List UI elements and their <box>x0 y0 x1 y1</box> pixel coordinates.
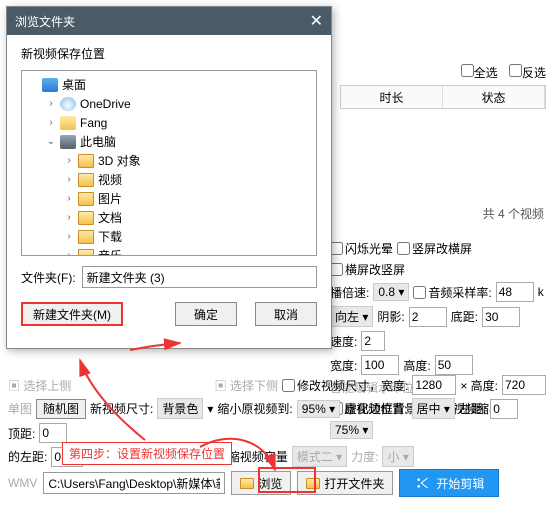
tree-desktop[interactable]: 桌面 <box>22 75 316 94</box>
chk-modsize[interactable]: 修改视频尺寸，宽度: <box>282 377 408 394</box>
chk-flash[interactable]: 闪烁光晕 <box>330 240 393 257</box>
tree-music[interactable]: ›音乐 <box>22 246 316 256</box>
strength-sel[interactable]: 小 ▾ <box>382 446 413 467</box>
tree-3d[interactable]: ›3D 对象 <box>22 151 316 170</box>
invert-select[interactable]: 反选 <box>509 66 546 80</box>
rand-img-btn[interactable]: 随机图 <box>36 399 86 419</box>
video-count: 共 4 个视频 <box>483 205 544 222</box>
chk-v2h[interactable]: 竖屏改横屏 <box>397 240 472 257</box>
pos-sel[interactable]: 居中 ▾ <box>412 398 455 419</box>
bg-right-col: 全选 反选 时长 状态 <box>340 60 546 109</box>
browse-folder-dialog: 浏览文件夹 ✕ 新视频保存位置 桌面 ›OneDrive ›Fang ⌄此电脑 … <box>6 6 332 349</box>
top-input[interactable] <box>39 423 67 443</box>
tree-download[interactable]: ›下载 <box>22 227 316 246</box>
mode-sel[interactable]: 模式二 ▾ <box>292 446 347 467</box>
speed-label: 播倍速: <box>330 284 369 301</box>
tree-video[interactable]: ›视频 <box>22 170 316 189</box>
audio-rate-input[interactable] <box>496 282 534 302</box>
choose-up: ▣ 选择上侧 <box>8 377 71 394</box>
bg-color[interactable]: 背景色 <box>157 398 203 419</box>
choose-down: ▣ 选择下侧 <box>215 377 278 394</box>
tree-onedrive[interactable]: ›OneDrive <box>22 94 316 113</box>
folder-icon <box>306 478 320 489</box>
step4-callout: 第四步：设置新视频保存位置 <box>62 442 232 465</box>
shrink-sel[interactable]: 95% ▾ <box>297 400 340 418</box>
chk-audiorate[interactable]: 音频采样率: <box>413 284 491 301</box>
shadow-input[interactable] <box>409 307 447 327</box>
browse-button[interactable]: 浏览 <box>231 471 291 495</box>
dialog-title: 浏览文件夹 <box>15 13 75 30</box>
col-duration: 时长 <box>341 86 443 108</box>
start-clip-button[interactable]: 开始剪辑 <box>399 469 499 497</box>
save-path-input[interactable] <box>43 472 225 494</box>
scissor-icon <box>414 475 430 491</box>
ok-button[interactable]: 确定 <box>175 302 237 326</box>
chk-h2v[interactable]: 横屏改竖屏 <box>330 261 405 278</box>
single-img: 单图 <box>8 400 32 417</box>
col-status: 状态 <box>443 86 545 108</box>
folder-name-input[interactable] <box>82 266 317 288</box>
dir-select[interactable]: 向左 ▾ <box>330 306 373 327</box>
tree-user[interactable]: ›Fang <box>22 113 316 132</box>
ldist-label: 的左距: <box>8 448 47 465</box>
folder-label: 文件夹(F): <box>21 269 76 286</box>
close-icon[interactable]: ✕ <box>310 11 323 31</box>
cancel-button[interactable]: 取消 <box>255 302 317 326</box>
table-header: 时长 状态 <box>340 85 546 109</box>
bottomdist-input[interactable] <box>482 307 520 327</box>
dialog-titlebar: 浏览文件夹 ✕ <box>7 7 331 35</box>
bottom-bar: WMV 浏览 打开文件夹 开始剪辑 <box>8 469 546 497</box>
tree-docs[interactable]: ›文档 <box>22 208 316 227</box>
new-folder-button[interactable]: 新建文件夹(M) <box>21 302 123 326</box>
mod-h-input[interactable] <box>502 375 546 395</box>
dialog-subtitle: 新视频保存位置 <box>21 45 317 62</box>
mod-w-input[interactable] <box>412 375 456 395</box>
speed-select[interactable]: 0.8 ▾ <box>373 283 409 301</box>
folder-tree[interactable]: 桌面 ›OneDrive ›Fang ⌄此电脑 ›3D 对象 ›视频 ›图片 ›… <box>21 70 317 256</box>
folder-icon <box>240 478 254 489</box>
tree-pc[interactable]: ⌄此电脑 <box>22 132 316 151</box>
spd-input[interactable] <box>361 331 385 351</box>
select-all[interactable]: 全选 <box>461 66 498 80</box>
tree-pics[interactable]: ›图片 <box>22 189 316 208</box>
open-folder-button[interactable]: 打开文件夹 <box>297 471 393 495</box>
left-input[interactable] <box>490 399 518 419</box>
wmv-label: WMV <box>8 476 37 490</box>
